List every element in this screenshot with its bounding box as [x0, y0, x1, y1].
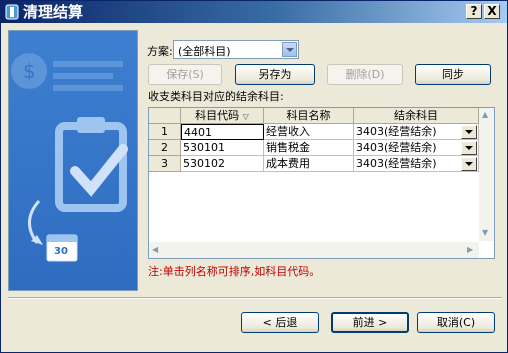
- window-title: 清理结算: [23, 3, 84, 21]
- next-button[interactable]: 前进 >: [331, 312, 409, 333]
- curved-arrow-icon: [28, 199, 43, 245]
- save-button[interactable]: 保存(S): [148, 64, 222, 85]
- horizontal-scrollbar[interactable]: ◀ ▶: [149, 242, 479, 258]
- cell-code[interactable]: 4401: [181, 124, 264, 140]
- scheme-label: 方案:: [147, 45, 173, 58]
- delete-button[interactable]: 删除(D): [327, 64, 403, 85]
- scroll-up-icon[interactable]: ▲: [482, 110, 488, 119]
- cell-dropdown-icon[interactable]: [461, 125, 477, 139]
- header-code-label: 科目代码: [195, 109, 240, 122]
- cell-name[interactable]: 销售税金: [264, 140, 354, 156]
- header-code[interactable]: 科目代码 ▽: [181, 108, 264, 124]
- scheme-select[interactable]: (全部科目): [173, 40, 299, 59]
- document-icon: [53, 61, 123, 91]
- vertical-scrollbar[interactable]: ▲ ▼: [479, 108, 494, 241]
- cell-code[interactable]: 530102: [181, 156, 264, 172]
- scroll-right-icon[interactable]: ▶: [467, 245, 473, 254]
- title-bar[interactable]: 清理结算 ? X: [1, 1, 507, 23]
- close-button[interactable]: X: [484, 4, 500, 19]
- row-number[interactable]: 1: [149, 124, 181, 140]
- header-balance[interactable]: 结余科目: [354, 108, 479, 124]
- save-as-button[interactable]: 另存为: [235, 64, 315, 85]
- cell-name[interactable]: 经营收入: [264, 124, 354, 140]
- grid-corner: [149, 108, 181, 124]
- balance-grid: 科目代码 ▽ 科目名称 结余科目 1 4401 经营收入 3403(经营结余) …: [148, 107, 495, 259]
- sync-button[interactable]: 同步: [415, 64, 491, 85]
- header-name[interactable]: 科目名称: [264, 108, 354, 124]
- calendar-day: 30: [54, 246, 68, 257]
- sort-hint-note: 注:单击列名称可排序,如科目代码。: [148, 265, 321, 278]
- chevron-down-icon[interactable]: [282, 42, 297, 57]
- cell-dropdown-icon[interactable]: [461, 141, 477, 155]
- cell-name[interactable]: 成本费用: [264, 156, 354, 172]
- cancel-button[interactable]: 取消(C): [417, 312, 495, 333]
- clipboard-icon: [55, 117, 128, 212]
- footer-divider: [8, 297, 502, 299]
- coin-icon: $: [11, 53, 47, 89]
- row-number[interactable]: 3: [149, 156, 181, 172]
- wizard-illustration: $: [11, 53, 128, 262]
- cell-dropdown-icon[interactable]: [461, 157, 477, 171]
- app-icon: [5, 4, 19, 20]
- section-label: 收支类科目对应的结余科目:: [148, 90, 284, 103]
- help-button[interactable]: ?: [466, 4, 482, 19]
- svg-text:$: $: [23, 59, 36, 83]
- back-button[interactable]: < 后退: [241, 312, 319, 333]
- sort-icon: ▽: [242, 112, 249, 121]
- scroll-down-icon[interactable]: ▼: [482, 228, 488, 237]
- dialog-window: 清理结算 ? X $ 30 方案: (全部科目) 保存(S) 另存为 删除(D)…: [0, 0, 508, 353]
- scroll-left-icon[interactable]: ◀: [152, 245, 158, 254]
- row-number[interactable]: 2: [149, 140, 181, 156]
- scheme-value: (全部科目): [178, 45, 231, 58]
- side-illustration: $ 30: [8, 30, 138, 291]
- cell-code[interactable]: 530101: [181, 140, 264, 156]
